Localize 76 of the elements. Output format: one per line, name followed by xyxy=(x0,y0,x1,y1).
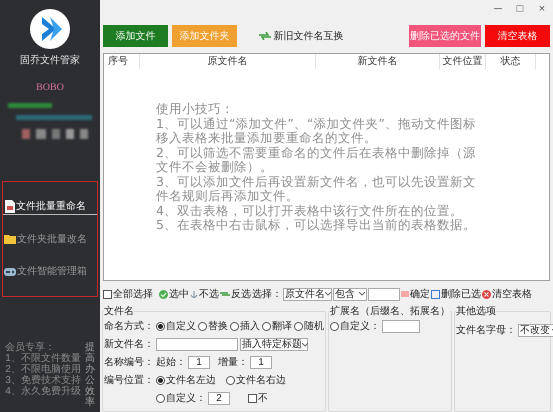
radio-option[interactable]: 插入 xyxy=(230,319,260,334)
radio-option[interactable]: 翻译 xyxy=(262,319,292,334)
column-header: 状态 xyxy=(486,54,536,69)
tip-text: 1、可以通过“添加文件”、“添加文件夹”、拖动文件图标移入表格来批量添加要重命名的文件。 xyxy=(156,116,477,146)
action-button[interactable]: 清空表格 xyxy=(485,25,550,47)
menu-item[interactable]: 文件夹批量改名 xyxy=(3,232,97,247)
radio-option[interactable]: 替换 xyxy=(198,319,228,334)
swap-names-button[interactable]: 新旧文件名互换 xyxy=(258,25,344,47)
group-title: 扩展名（后缀名、拓展名） xyxy=(330,304,450,319)
invert-button[interactable]: 反选 xyxy=(220,286,251,302)
check-circle-icon xyxy=(159,290,168,298)
new-name-input[interactable] xyxy=(156,338,238,351)
close-icon xyxy=(482,290,491,298)
radio-option[interactable]: 文件名右边 xyxy=(226,373,286,388)
group-title: 文件名 xyxy=(104,304,134,319)
chevron-down-icon xyxy=(359,292,365,296)
column-header: 序号 xyxy=(104,54,140,69)
app-logo-icon xyxy=(30,9,70,49)
extension-input[interactable] xyxy=(382,320,420,333)
field-label: 增量： xyxy=(218,356,248,370)
letter-case-dropdown[interactable]: 不改变 xyxy=(518,324,553,337)
field-label: 新文件名： xyxy=(104,338,154,352)
swap-icon xyxy=(220,290,230,298)
close-button[interactable]: × xyxy=(531,0,553,18)
column-header: 文件位置 xyxy=(440,54,486,69)
membership-text: 会员专享： xyxy=(5,342,56,353)
radio-option[interactable]: 随机 xyxy=(294,319,324,334)
tip-text: 5、在表格中右击鼠标，可以选择导出当前的表格数据。 xyxy=(156,218,477,232)
menu-item[interactable]: 文件批量重命名 xyxy=(3,198,97,215)
field-label: 编号位置： xyxy=(104,374,154,388)
confirm-button[interactable]: 确定 xyxy=(401,286,430,302)
field-label: 名称编号： xyxy=(104,356,154,370)
radio-option[interactable]: 自定义： xyxy=(156,391,206,406)
membership-text: 2、不限电脑使用 xyxy=(5,364,81,375)
radio-option[interactable]: 自定义： xyxy=(330,319,380,334)
slogan-text: 提高办公效率 xyxy=(84,342,95,408)
field-label: 文件名字母： xyxy=(456,324,516,338)
tip-text: 2、可以筛选不需要重命名的文件后在表格中删除掉（源文件不会被删除）。 xyxy=(156,146,477,174)
start-input[interactable]: 1 xyxy=(188,356,210,369)
swap-icon xyxy=(258,32,270,40)
delete-selected-button[interactable]: 删除已选 xyxy=(431,286,481,302)
filter-input[interactable] xyxy=(368,288,400,300)
custom-position-input[interactable]: 2 xyxy=(208,392,230,405)
folder-icon xyxy=(4,234,16,244)
app-title: 固乔文件管家 xyxy=(20,54,80,68)
chevron-down-icon xyxy=(325,292,331,296)
user-name: BOBO xyxy=(36,81,64,95)
clear-table-button[interactable]: 清空表格 xyxy=(482,286,532,302)
minimize-button[interactable]: ─ xyxy=(487,0,509,18)
tip-text: 4、双击表格，可以打开表格中该行文件所在的位置。 xyxy=(156,204,464,218)
maximize-button[interactable]: □ xyxy=(509,0,531,18)
filter-field-dropdown[interactable]: 原文件名 xyxy=(283,288,332,300)
deselect-button[interactable]: 不选 xyxy=(190,286,219,302)
chevron-down-icon xyxy=(302,342,308,346)
radio-option[interactable]: 文件名左边 xyxy=(156,373,216,388)
step-input[interactable]: 1 xyxy=(250,356,272,369)
column-header: 新文件名 xyxy=(316,54,440,69)
field-label: 命名方式： xyxy=(104,320,154,334)
filter-label: 选择： xyxy=(252,288,282,302)
field-label: 起始： xyxy=(156,356,186,370)
tip-text: 使用小技巧： xyxy=(156,102,235,116)
membership-text: 1、不限文件数量 xyxy=(5,353,81,364)
tip-text: 3、可以添加文件后再设置新文件名，也可以先设置新文件名规则后再添加文件。 xyxy=(156,174,477,204)
gamepad-icon xyxy=(4,266,16,277)
group-title: 其他选项 xyxy=(456,304,496,319)
action-button[interactable]: 添加文件 xyxy=(103,25,168,47)
membership-text: 4、永久免费升级 xyxy=(5,386,81,397)
insert-title-dropdown[interactable]: 插入特定标题 xyxy=(240,338,308,351)
radio-option[interactable]: 自定义 xyxy=(156,319,196,334)
filter-mode-dropdown[interactable]: 包含 xyxy=(333,288,367,300)
column-header: 原文件名 xyxy=(140,54,316,69)
option-checkbox[interactable]: 不 xyxy=(248,391,268,406)
membership-text: 3、免费技术支持 xyxy=(5,375,81,386)
select-all-checkbox[interactable]: 全部选择 xyxy=(103,286,153,302)
select-button[interactable]: 选中 xyxy=(159,286,189,302)
menu-item[interactable]: 文件智能管理箱 xyxy=(3,264,97,280)
